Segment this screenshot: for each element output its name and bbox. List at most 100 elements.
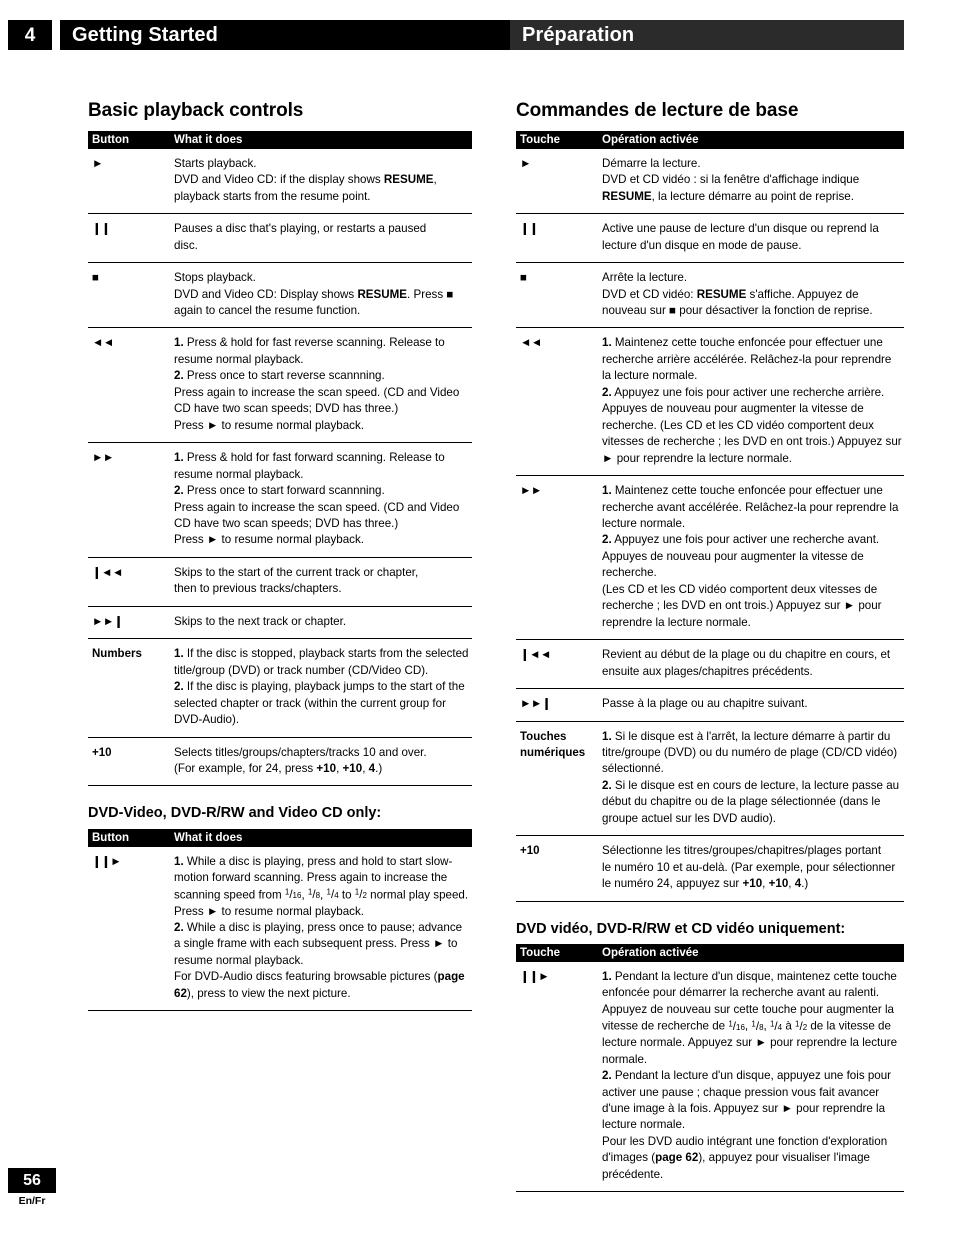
text-line: ensuite aux plages/chapitres précédents. — [602, 664, 813, 678]
fraction-one-quarter: 1/4 — [769, 1019, 783, 1033]
text-line: 1. If the disc is stopped, playback star… — [174, 646, 470, 679]
text-line: Stops playback. — [174, 271, 256, 285]
text-fragment: , — [433, 173, 437, 187]
button-glyph-skip-forward: ►►❙ — [520, 698, 551, 711]
button-glyph-skip-forward: ►►❙ — [92, 615, 123, 628]
row-description: 1. Maintenez cette touche enfoncée pour … — [602, 483, 904, 631]
button-label-touches-numeriques: Touches numériques — [516, 729, 602, 828]
list-number: 2. — [602, 385, 612, 399]
text-line: Démarre la lecture. — [602, 156, 701, 170]
row-description: 1. Si le disque est à l'arrêt, la lectur… — [602, 729, 904, 828]
page-running-header: 4 Getting Started Préparation — [0, 20, 954, 50]
column-header-what-it-does: What it does — [174, 831, 243, 844]
text-line: DVD et CD vidéo: RESUME s'affiche. Appuy… — [602, 287, 902, 303]
text-line: le numéro 10 et au-delà. (Par exemple, p… — [602, 860, 896, 874]
text-line: Active une pause de lecture d'un disque … — [602, 222, 879, 236]
text-line: 1. Si le disque est à l'arrêt, la lectur… — [602, 729, 902, 778]
subsection-title-dvd-video-french: DVD vidéo, DVD-R/RW et CD vidéo uniqueme… — [516, 920, 846, 937]
column-header-touche: Touche — [520, 947, 561, 959]
table-row: ❙◄◄ Revient au début de la plage ou du c… — [516, 640, 904, 690]
row-description: Sélectionne les titres/groupes/chapitres… — [602, 843, 904, 892]
fraction-one-sixteenth: 1/16 — [284, 887, 302, 902]
text-line: (For example, for 24, press +10, +10, 4.… — [174, 761, 470, 777]
text-bold: +10 — [768, 877, 789, 891]
header-title-english: Getting Started — [72, 23, 218, 46]
row-description: Démarre la lecture. DVD et CD vidéo : si… — [602, 156, 904, 205]
text-line: (Les CD et les CD vidéo comportent deux … — [602, 582, 882, 629]
row-description: 1. While a disc is playing, press and ho… — [174, 854, 472, 1002]
page-number: 56 — [8, 1168, 56, 1193]
button-glyph-skip-back: ❙◄◄ — [92, 566, 123, 579]
text-line: Pour les DVD audio intégrant une fonctio… — [602, 1134, 902, 1183]
text-bold-resume: RESUME — [383, 173, 434, 187]
text-line: DVD and Video CD: Display shows RESUME. … — [174, 287, 470, 303]
table-row: ► Starts playback. DVD and Video CD: if … — [88, 149, 472, 215]
list-number: 2. — [602, 533, 612, 547]
row-description: Skips to the start of the current track … — [174, 565, 472, 598]
text-line: 2. While a disc is playing, press once t… — [174, 920, 470, 969]
text-line: 2. If the disc is playing, playback jump… — [174, 679, 470, 728]
text-bold-resume: RESUME — [696, 287, 747, 301]
table-row: ■ Stops playback. DVD and Video CD: Disp… — [88, 263, 472, 329]
text-line: lecture d'un disque en mode de pause. — [602, 238, 802, 252]
right-column-french: Commandes de lecture de base Touche Opér… — [516, 100, 904, 1193]
table-row: ◄◄ 1. Maintenez cette touche enfoncée po… — [516, 328, 904, 477]
row-description: 1. Maintenez cette touche enfoncée pour … — [602, 335, 904, 467]
text-fragment: (For example, for 24, press — [174, 761, 317, 775]
text-line: Starts playback. — [174, 156, 257, 170]
text-line: RESUME, la lecture démarre au point de r… — [602, 189, 902, 205]
button-glyph-pause-play: ❙❙► — [520, 971, 550, 983]
button-glyph-reverse-scan: ◄◄ — [520, 337, 542, 350]
row-description: Revient au début de la plage ou du chapi… — [602, 647, 904, 680]
page-title: Basic playback controls — [88, 100, 304, 121]
text-line: le numéro 24, appuyez sur +10, +10, 4.) — [602, 876, 902, 892]
button-glyph-forward-scan: ►► — [520, 485, 542, 498]
fraction-one-sixteenth: 1/16 — [728, 1019, 745, 1033]
table-row: +10 Sélectionne les titres/groupes/chapi… — [516, 836, 904, 902]
text-fragment: to — [338, 888, 355, 902]
column-header-operation: Opération activée — [602, 133, 699, 146]
table-row: Numbers 1. If the disc is stopped, playb… — [88, 639, 472, 738]
text-line: Sélectionne les titres/groupes/chapitres… — [602, 844, 882, 858]
table-header-row: Button What it does — [88, 828, 472, 847]
table-row: ►►❙ Passe à la plage ou au chapitre suiv… — [516, 689, 904, 722]
list-number: 1. — [602, 729, 612, 743]
text-fragment: Appuyez une fois pour activer une recher… — [602, 533, 880, 580]
row-description: Starts playback. DVD and Video CD: if th… — [174, 156, 472, 205]
table-row: ◄◄ 1. Press & hold for fast reverse scan… — [88, 328, 472, 444]
table-row: ❙❙ Pauses a disc that's playing, or rest… — [88, 214, 472, 264]
text-fragment: DVD and Video CD: if the display shows — [174, 173, 384, 187]
text-line: DVD et CD vidéo : si la fenêtre d'affich… — [602, 173, 860, 187]
text-line: again to cancel the resume function. — [174, 304, 361, 318]
button-glyph-pause: ❙❙ — [520, 223, 539, 236]
list-number: 1. — [602, 970, 612, 983]
button-glyph-pause-play: ❙❙► — [92, 855, 122, 868]
text-line: playback starts from the resume point. — [174, 189, 371, 203]
row-description: 1. Press & hold for fast forward scannin… — [174, 450, 472, 549]
text-line: Passe à la plage ou au chapitre suivant. — [602, 697, 808, 711]
column-header-button: Button — [92, 831, 130, 844]
list-number: 2. — [174, 921, 184, 934]
text-fragment: , la lecture démarre au point de reprise… — [651, 189, 854, 203]
column-header-what-it-does: What it does — [174, 133, 243, 146]
commandes-lecture-table: Touche Opération activée ► Démarre la le… — [516, 130, 904, 902]
text-line: 1. Pendant la lecture d'un disque, maint… — [602, 969, 902, 1068]
text-line: 2. Si le disque est en cours de lecture,… — [602, 778, 902, 827]
text-line: then to previous tracks/chapters. — [174, 582, 342, 596]
text-fragment: DVD et CD vidéo: — [602, 287, 697, 301]
row-description: Active une pause de lecture d'un disque … — [602, 221, 904, 254]
table-row: ►► 1. Maintenez cette touche enfoncée po… — [516, 476, 904, 641]
text-line: 1. Press & hold for fast reverse scannin… — [174, 335, 470, 368]
button-glyph-stop: ■ — [520, 272, 527, 285]
table-header-row: Touche Opération activée — [516, 944, 904, 962]
cross-reference-page-62: page 62 — [655, 1151, 699, 1165]
table-row: +10 Selects titles/groups/chapters/track… — [88, 738, 472, 787]
fraction-one-half: 1/2 — [795, 1019, 808, 1033]
button-glyph-play: ► — [92, 157, 103, 170]
table-row: ■ Arrête la lecture. DVD et CD vidéo: RE… — [516, 263, 904, 329]
list-number: 1. — [174, 336, 184, 350]
row-description: 1. Press & hold for fast reverse scannin… — [174, 335, 472, 434]
chapter-number-box: 4 — [8, 20, 52, 50]
text-line: disc. — [174, 238, 198, 252]
button-label-plus-ten: +10 — [520, 845, 540, 858]
